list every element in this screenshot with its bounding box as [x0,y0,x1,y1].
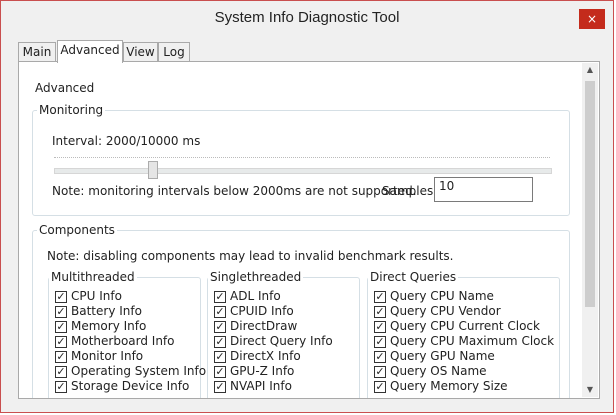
checkbox-checked-icon[interactable]: ✓ [55,306,67,318]
checkbox-label: Direct Query Info [230,334,333,348]
checkbox-label: CPU Info [71,289,122,303]
tab-advanced[interactable]: Advanced [57,40,123,63]
checkbox-label: CPUID Info [230,304,294,318]
checkbox-label: Query CPU Current Clock [390,319,540,333]
checkbox-checked-icon[interactable]: ✓ [55,321,67,333]
checkbox-label: NVAPI Info [230,379,292,393]
interval-label: Interval: 2000/10000 ms [52,134,201,148]
checkbox-checked-icon[interactable]: ✓ [214,291,226,303]
scroll-up-icon[interactable]: ▲ [582,63,598,77]
advanced-panel: ▲ ▼ Advanced Monitoring Interval: 2000/1… [18,61,600,399]
checkbox-checked-icon[interactable]: ✓ [374,351,386,363]
section-heading: Advanced [35,81,95,95]
vertical-scrollbar[interactable]: ▲ ▼ [582,63,598,397]
components-group: Components Note: disabling components ma… [32,223,570,398]
monitoring-group: Monitoring Interval: 2000/10000 ms Note:… [32,103,570,216]
singlethreaded-title: Singlethreaded [208,270,304,284]
checkbox-checked-icon[interactable]: ✓ [55,336,67,348]
checkbox-checked-icon[interactable]: ✓ [214,336,226,348]
checkbox-checked-icon[interactable]: ✓ [374,306,386,318]
direct-queries-title: Direct Queries [368,270,459,284]
checkbox-label: DirectX Info [230,349,301,363]
checkbox-checked-icon[interactable]: ✓ [374,291,386,303]
components-group-title: Components [37,223,117,237]
samples-label: Samples: [382,184,438,198]
checkbox-checked-icon[interactable]: ✓ [55,291,67,303]
checkbox-label: DirectDraw [230,319,298,333]
checkbox-label: Memory Info [71,319,147,333]
checkbox-label: Query CPU Maximum Clock [390,334,555,348]
checkbox-checked-icon[interactable]: ✓ [214,351,226,363]
scroll-down-icon[interactable]: ▼ [582,383,598,397]
checkbox-checked-icon[interactable]: ✓ [55,366,67,378]
checkbox-checked-icon[interactable]: ✓ [214,321,226,333]
checkbox-checked-icon[interactable]: ✓ [374,321,386,333]
tab-log[interactable]: Log [158,42,190,61]
checkbox-label: Storage Device Info [71,379,190,393]
checkbox-label: Monitor Info [71,349,144,363]
checkbox-checked-icon[interactable]: ✓ [55,351,67,363]
checkbox-checked-icon[interactable]: ✓ [55,381,67,393]
interval-slider-track[interactable] [54,168,552,174]
close-button[interactable]: × [579,9,605,29]
components-note: Note: disabling components may lead to i… [47,249,454,263]
monitoring-note: Note: monitoring intervals below 2000ms … [52,184,417,198]
checkbox-label: Battery Info [71,304,142,318]
multithreaded-group: Multithreaded ✓ CPU Info ✓ Battery Info ✓ Mem… [48,270,206,398]
checkbox-label: Query OS Name [390,364,487,378]
checkbox-checked-icon[interactable]: ✓ [214,381,226,393]
slider-ticks [54,157,550,162]
checkbox-label: ADL Info [230,289,281,303]
tab-view[interactable]: View [123,42,158,61]
singlethreaded-group: Singlethreaded ✓ ADL Info ✓ CPUID Info ✓ Dire… [207,270,360,398]
interval-slider-thumb[interactable] [148,161,159,179]
checkbox-checked-icon[interactable]: ✓ [374,381,386,393]
checkbox-label: GPU-Z Info [230,364,295,378]
scroll-thumb[interactable] [585,81,595,307]
direct-queries-group: Direct Queries ✓ Query CPU Name ✓ Query CPU… [367,270,560,398]
samples-input[interactable]: 10 [434,177,533,202]
checkbox-checked-icon[interactable]: ✓ [374,366,386,378]
window-title: System Info Diagnostic Tool [214,9,400,26]
tab-main[interactable]: Main [18,42,56,61]
multithreaded-title: Multithreaded [49,270,137,284]
checkbox-checked-icon[interactable]: ✓ [214,306,226,318]
checkbox-label: Motherboard Info [71,334,175,348]
checkbox-label: Operating System Info [71,364,207,378]
checkbox-label: Query CPU Vendor [390,304,501,318]
checkbox-label: Query GPU Name [390,349,495,363]
monitoring-group-title: Monitoring [37,103,106,117]
title-bar[interactable]: System Info Diagnostic Tool × [1,1,613,34]
checkbox-label: Query CPU Name [390,289,494,303]
checkbox-checked-icon[interactable]: ✓ [374,336,386,348]
app-window: System Info Diagnostic Tool × Main Advan… [0,0,614,413]
checkbox-checked-icon[interactable]: ✓ [214,366,226,378]
checkbox-label: Query Memory Size [390,379,508,393]
